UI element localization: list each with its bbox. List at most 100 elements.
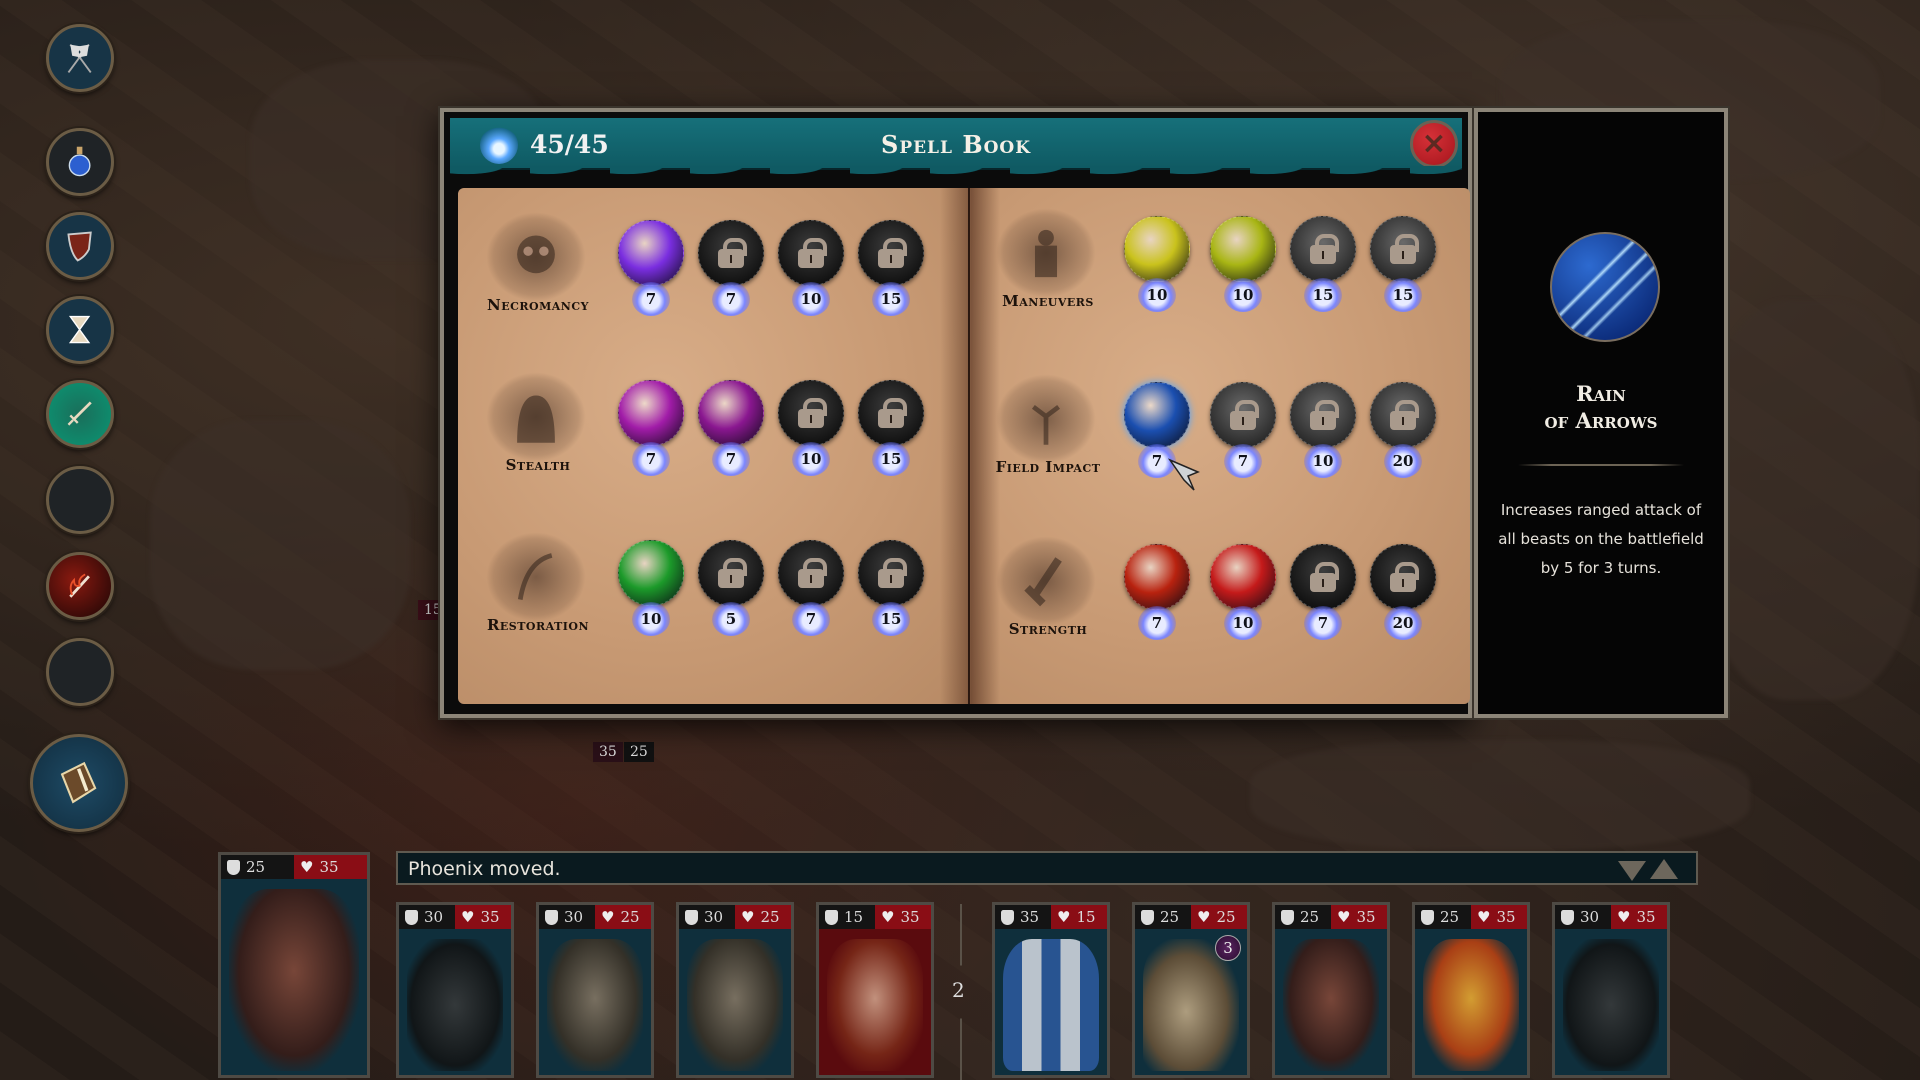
card-stats: 30 ♥ 35 bbox=[1555, 905, 1667, 929]
unit-card-stone-golem[interactable]: 30 ♥ 35 bbox=[396, 902, 514, 1078]
locked-spell-slot[interactable]: 5 bbox=[698, 540, 764, 640]
spell-slot[interactable]: 7 bbox=[618, 220, 684, 320]
spell-slot[interactable]: 7 bbox=[698, 380, 764, 480]
health-stat: ♥ 35 bbox=[1331, 905, 1387, 929]
armor-icon bbox=[1001, 909, 1014, 925]
health-value: 35 bbox=[319, 858, 339, 876]
unit-card-bat[interactable]: 25 ♥ 35 bbox=[1272, 902, 1390, 1078]
spell-slot[interactable]: 10 bbox=[1210, 216, 1276, 316]
card-stats: 30 ♥ 25 bbox=[679, 905, 791, 929]
unit-card-skull[interactable]: 25 ♥ 25 3 bbox=[1132, 902, 1250, 1078]
locked-spell-slot[interactable]: 15 bbox=[1290, 216, 1356, 316]
school-emblem-icon bbox=[486, 372, 586, 462]
unit-card-ogre[interactable]: 30 ♥ 25 bbox=[676, 902, 794, 1078]
spell-icon bbox=[1124, 216, 1190, 282]
potion-icon bbox=[69, 147, 91, 177]
health-icon: ♥ bbox=[1197, 908, 1211, 926]
locked-spell-slot[interactable]: 20 bbox=[1370, 382, 1436, 482]
spell-slot[interactable]: 10 bbox=[1210, 544, 1276, 644]
locked-spell-slot[interactable]: 20 bbox=[1370, 544, 1436, 644]
lock-icon bbox=[798, 238, 827, 268]
fire-sword-ability-button[interactable] bbox=[46, 552, 114, 620]
spell-icon-locked bbox=[698, 220, 764, 286]
attack-button[interactable] bbox=[46, 380, 114, 448]
armor-icon bbox=[227, 859, 240, 875]
unit-card-ogre[interactable]: 30 ♥ 25 bbox=[536, 902, 654, 1078]
armor-value: 35 bbox=[1020, 908, 1040, 926]
armor-icon bbox=[405, 909, 418, 925]
empty-ability-slot[interactable] bbox=[46, 466, 114, 534]
armor-icon bbox=[1281, 909, 1294, 925]
defend-button[interactable] bbox=[46, 212, 114, 280]
unit-card-phoenix[interactable]: 25 ♥ 35 bbox=[1412, 902, 1530, 1078]
potion-button[interactable] bbox=[46, 128, 114, 196]
locked-spell-slot[interactable]: 7 bbox=[698, 220, 764, 320]
spell-icon-locked bbox=[1370, 544, 1436, 610]
locked-spell-slot[interactable]: 15 bbox=[858, 220, 924, 320]
log-scroll-down-button[interactable] bbox=[1618, 859, 1646, 881]
armor-icon bbox=[1421, 909, 1434, 925]
health-stat: ♥ 25 bbox=[1191, 905, 1247, 929]
locked-spell-slot[interactable]: 7 bbox=[1290, 544, 1356, 644]
spell-name-line-1: Rain bbox=[1576, 381, 1626, 406]
spell-slot[interactable]: 7 bbox=[1124, 544, 1190, 644]
spell-slot[interactable]: 10 bbox=[618, 540, 684, 640]
school-name: Restoration bbox=[486, 616, 590, 634]
card-stats: 15 ♥ 35 bbox=[819, 905, 931, 929]
locked-spell-slot[interactable]: 10 bbox=[778, 380, 844, 480]
health-icon: ♥ bbox=[1617, 908, 1631, 926]
spell-slot[interactable]: 10 bbox=[1124, 216, 1190, 316]
armor-stat: 30 bbox=[1555, 905, 1611, 929]
mana-cost: 10 bbox=[1304, 444, 1342, 478]
combat-log: Phoenix moved. bbox=[396, 851, 1698, 885]
crossed-flags-icon bbox=[68, 44, 92, 74]
locked-spell-slot[interactable]: 15 bbox=[858, 380, 924, 480]
health-value: 35 bbox=[1356, 908, 1376, 926]
mana-cost: 10 bbox=[792, 282, 830, 316]
unit-card-tent[interactable]: 35 ♥ 15 bbox=[992, 902, 1110, 1078]
wait-button[interactable] bbox=[46, 296, 114, 364]
unit-health-tag: 35 bbox=[593, 742, 623, 762]
health-stat: ♥ 35 bbox=[1471, 905, 1527, 929]
active-unit-card[interactable]: 25 ♥ 35 bbox=[218, 852, 370, 1078]
spell-school-stealth: Stealth 7 7 10 15 bbox=[468, 372, 938, 502]
armor-stat: 25 bbox=[1275, 905, 1331, 929]
bat-portrait bbox=[229, 889, 359, 1071]
spell-school-field-impact: Field Impact 7 7 10 20 bbox=[978, 374, 1448, 504]
spell-icon-locked bbox=[778, 540, 844, 606]
locked-spell-slot[interactable]: 15 bbox=[1370, 216, 1436, 316]
phoenix-portrait bbox=[1423, 939, 1519, 1071]
succubus-portrait bbox=[827, 939, 923, 1071]
locked-spell-slot[interactable]: 15 bbox=[858, 540, 924, 640]
locked-spell-slot[interactable]: 10 bbox=[1290, 382, 1356, 482]
close-button[interactable]: × bbox=[1410, 120, 1458, 168]
combat-log-message: Phoenix moved. bbox=[408, 858, 561, 880]
school-emblem-icon bbox=[996, 374, 1096, 464]
locked-spell-slot[interactable]: 10 bbox=[778, 220, 844, 320]
armor-stat: 35 bbox=[995, 905, 1051, 929]
empty-ability-slot[interactable] bbox=[46, 638, 114, 706]
spell-name: Rain of Arrows bbox=[1478, 380, 1724, 434]
spell-book-button[interactable] bbox=[30, 734, 128, 832]
unit-armor-tag: 25 bbox=[624, 742, 654, 762]
unit-card-stone-golem[interactable]: 30 ♥ 35 bbox=[1552, 902, 1670, 1078]
health-icon: ♥ bbox=[461, 908, 475, 926]
armor-value: 25 bbox=[1300, 908, 1320, 926]
mana-cost: 7 bbox=[712, 442, 750, 476]
log-scroll-up-button[interactable] bbox=[1650, 859, 1678, 881]
surrender-button[interactable] bbox=[46, 24, 114, 92]
spell-slot[interactable]: 7 bbox=[618, 380, 684, 480]
spell-icon-locked bbox=[1290, 544, 1356, 610]
card-stats: 25 ♥ 35 bbox=[221, 855, 367, 879]
health-icon: ♥ bbox=[1337, 908, 1351, 926]
card-stats: 25 ♥ 25 bbox=[1135, 905, 1247, 929]
armor-stat: 15 bbox=[819, 905, 875, 929]
spell-icon bbox=[1124, 382, 1190, 448]
terrain-rock bbox=[1700, 300, 1920, 700]
spell-icon-locked bbox=[858, 220, 924, 286]
health-icon: ♥ bbox=[881, 908, 895, 926]
unit-card-succubus[interactable]: 15 ♥ 35 bbox=[816, 902, 934, 1078]
locked-spell-slot[interactable]: 7 bbox=[778, 540, 844, 640]
locked-spell-slot[interactable]: 7 bbox=[1210, 382, 1276, 482]
spell-icon bbox=[618, 220, 684, 286]
